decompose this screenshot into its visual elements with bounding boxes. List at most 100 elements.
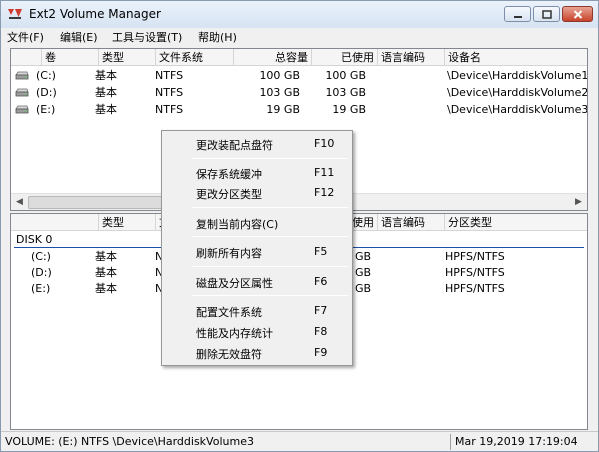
menu-item-label: 性能及内存统计 (196, 327, 273, 340)
menu-item-label: 刷新所有内容 (196, 247, 262, 260)
col-used[interactable]: 已使用 (312, 49, 378, 66)
col-filesystem[interactable]: 文件系统 (156, 49, 234, 66)
menu-item-label: 磁盘及分区属性 (196, 277, 273, 290)
status-volume-info: VOLUME: (E:) NTFS \Device\HarddiskVolume… (5, 435, 254, 448)
menu-item-label: 配置文件系统 (196, 306, 262, 319)
menu-separator (192, 266, 348, 267)
menu-item-perf-stats[interactable]: 性能及内存统计 F8 (164, 322, 350, 342)
cell-volume: (E:) (31, 282, 51, 295)
col-total[interactable]: 总容量 (234, 49, 312, 66)
scroll-left-icon[interactable]: ◀ (11, 194, 28, 210)
menu-separator (192, 158, 348, 159)
cell-type: 基本 (95, 86, 117, 99)
menu-help[interactable]: 帮助(H) (198, 29, 237, 45)
ext2-logo-icon (8, 9, 22, 19)
maximize-icon (541, 10, 552, 19)
col-partition-type[interactable]: 分区类型 (445, 214, 587, 231)
close-button[interactable] (562, 6, 593, 22)
cell-volume: (D:) (31, 266, 52, 279)
cell-fs: NTFS (155, 103, 184, 116)
drive-icon (15, 88, 29, 97)
cell-type: 基本 (95, 69, 117, 82)
col-type[interactable]: 类型 (99, 49, 156, 66)
menu-item-shortcut: F11 (314, 166, 335, 179)
window-title: Ext2 Volume Manager (29, 7, 161, 21)
status-separator (450, 434, 451, 450)
title-bar: Ext2 Volume Manager (1, 1, 598, 28)
menu-item-shortcut: F7 (314, 304, 328, 317)
menu-item-label: 保存系统缓冲 (196, 168, 262, 181)
cell-partition-type: HPFS/NTFS (445, 250, 505, 263)
cell-device: \Device\HarddiskVolume2 (447, 86, 588, 99)
cell-device: \Device\HarddiskVolume3 (447, 103, 588, 116)
menu-separator (192, 207, 348, 208)
drive-icon (15, 105, 29, 114)
minimize-button[interactable] (504, 6, 531, 22)
cell-used: GB (355, 282, 372, 295)
col-blank (11, 49, 42, 66)
cell-partition-type: HPFS/NTFS (445, 266, 505, 279)
cell-volume: (E:) (36, 103, 56, 116)
menu-item-change-partition-type[interactable]: 更改分区类型 F12 (164, 183, 350, 203)
cell-used: 19 GB (332, 103, 366, 116)
cell-partition-type: HPFS/NTFS (445, 282, 505, 295)
cell-type: 基本 (95, 266, 117, 279)
menu-item-label: 复制当前内容(C) (196, 218, 279, 231)
menu-item-label: 更改分区类型 (196, 188, 262, 201)
menu-separator (192, 236, 348, 237)
maximize-button[interactable] (533, 6, 560, 22)
cell-type: 基本 (95, 250, 117, 263)
col-volume[interactable]: 卷 (42, 49, 99, 66)
cell-used: 103 GB (325, 86, 366, 99)
menu-item-label: 删除无效盘符 (196, 348, 262, 361)
menu-tools-settings[interactable]: 工具与设置(T) (112, 29, 182, 45)
context-menu: 更改装配点盘符 F10 保存系统缓冲 F11 更改分区类型 F12 复制当前内容… (161, 130, 353, 366)
menu-item-flush-cache[interactable]: 保存系统缓冲 F11 (164, 163, 350, 183)
col-blank[interactable] (11, 214, 99, 231)
menu-item-label: 更改装配点盘符 (196, 139, 273, 152)
menu-bar: 文件(F) 编辑(E) 工具与设置(T) 帮助(H) (1, 28, 598, 46)
menu-item-copy-content[interactable]: 复制当前内容(C) (164, 213, 350, 233)
menu-separator (192, 295, 348, 296)
menu-item-remove-invalid-letters[interactable]: 删除无效盘符 F9 (164, 343, 350, 363)
col-device[interactable]: 设备名 (445, 49, 587, 66)
menu-item-shortcut: F5 (314, 245, 328, 258)
minimize-icon (513, 16, 522, 18)
cell-total: 103 GB (259, 86, 300, 99)
cell-total: 19 GB (266, 103, 300, 116)
menu-item-shortcut: F6 (314, 275, 328, 288)
drive-icon (15, 71, 29, 80)
cell-used: 100 GB (325, 69, 366, 82)
cell-volume: (C:) (31, 250, 51, 263)
cell-type: 基本 (95, 282, 117, 295)
volume-list-header: 卷 类型 文件系统 总容量 已使用 语言编码 设备名 (11, 49, 587, 66)
status-clock: Mar 19,2019 17:19:04 (455, 435, 578, 448)
menu-file[interactable]: 文件(F) (7, 29, 44, 45)
menu-item-shortcut: F10 (314, 137, 335, 150)
status-bar: VOLUME: (E:) NTFS \Device\HarddiskVolume… (1, 431, 598, 451)
menu-item-shortcut: F8 (314, 325, 328, 338)
menu-item-disk-properties[interactable]: 磁盘及分区属性 F6 (164, 272, 350, 292)
menu-edit[interactable]: 编辑(E) (60, 29, 98, 45)
cell-type: 基本 (95, 103, 117, 116)
col-type[interactable]: 类型 (99, 214, 156, 231)
menu-item-change-mountpoint[interactable]: 更改装配点盘符 F10 (164, 134, 350, 154)
cell-volume: (C:) (36, 69, 56, 82)
cell-used: GB (355, 250, 372, 263)
cell-used: GB (355, 266, 372, 279)
menu-item-shortcut: F12 (314, 186, 335, 199)
cell-fs: NTFS (155, 86, 184, 99)
cell-total: 100 GB (259, 69, 300, 82)
disk-label[interactable]: DISK 0 (16, 233, 52, 246)
col-codepage[interactable]: 语言编码 (378, 49, 445, 66)
cell-volume: (D:) (36, 86, 57, 99)
col-codepage[interactable]: 语言编码 (378, 214, 445, 231)
menu-item-refresh-all[interactable]: 刷新所有内容 F5 (164, 242, 350, 262)
app-window: Ext2 Volume Manager 文件(F) 编辑(E) 工具与设置(T)… (0, 0, 599, 452)
menu-item-shortcut: F9 (314, 346, 328, 359)
cell-device: \Device\HarddiskVolume1 (447, 69, 588, 82)
close-icon (573, 10, 582, 19)
cell-fs: NTFS (155, 69, 184, 82)
menu-item-configure-fs[interactable]: 配置文件系统 F7 (164, 301, 350, 321)
scroll-right-icon[interactable]: ▶ (570, 194, 587, 210)
